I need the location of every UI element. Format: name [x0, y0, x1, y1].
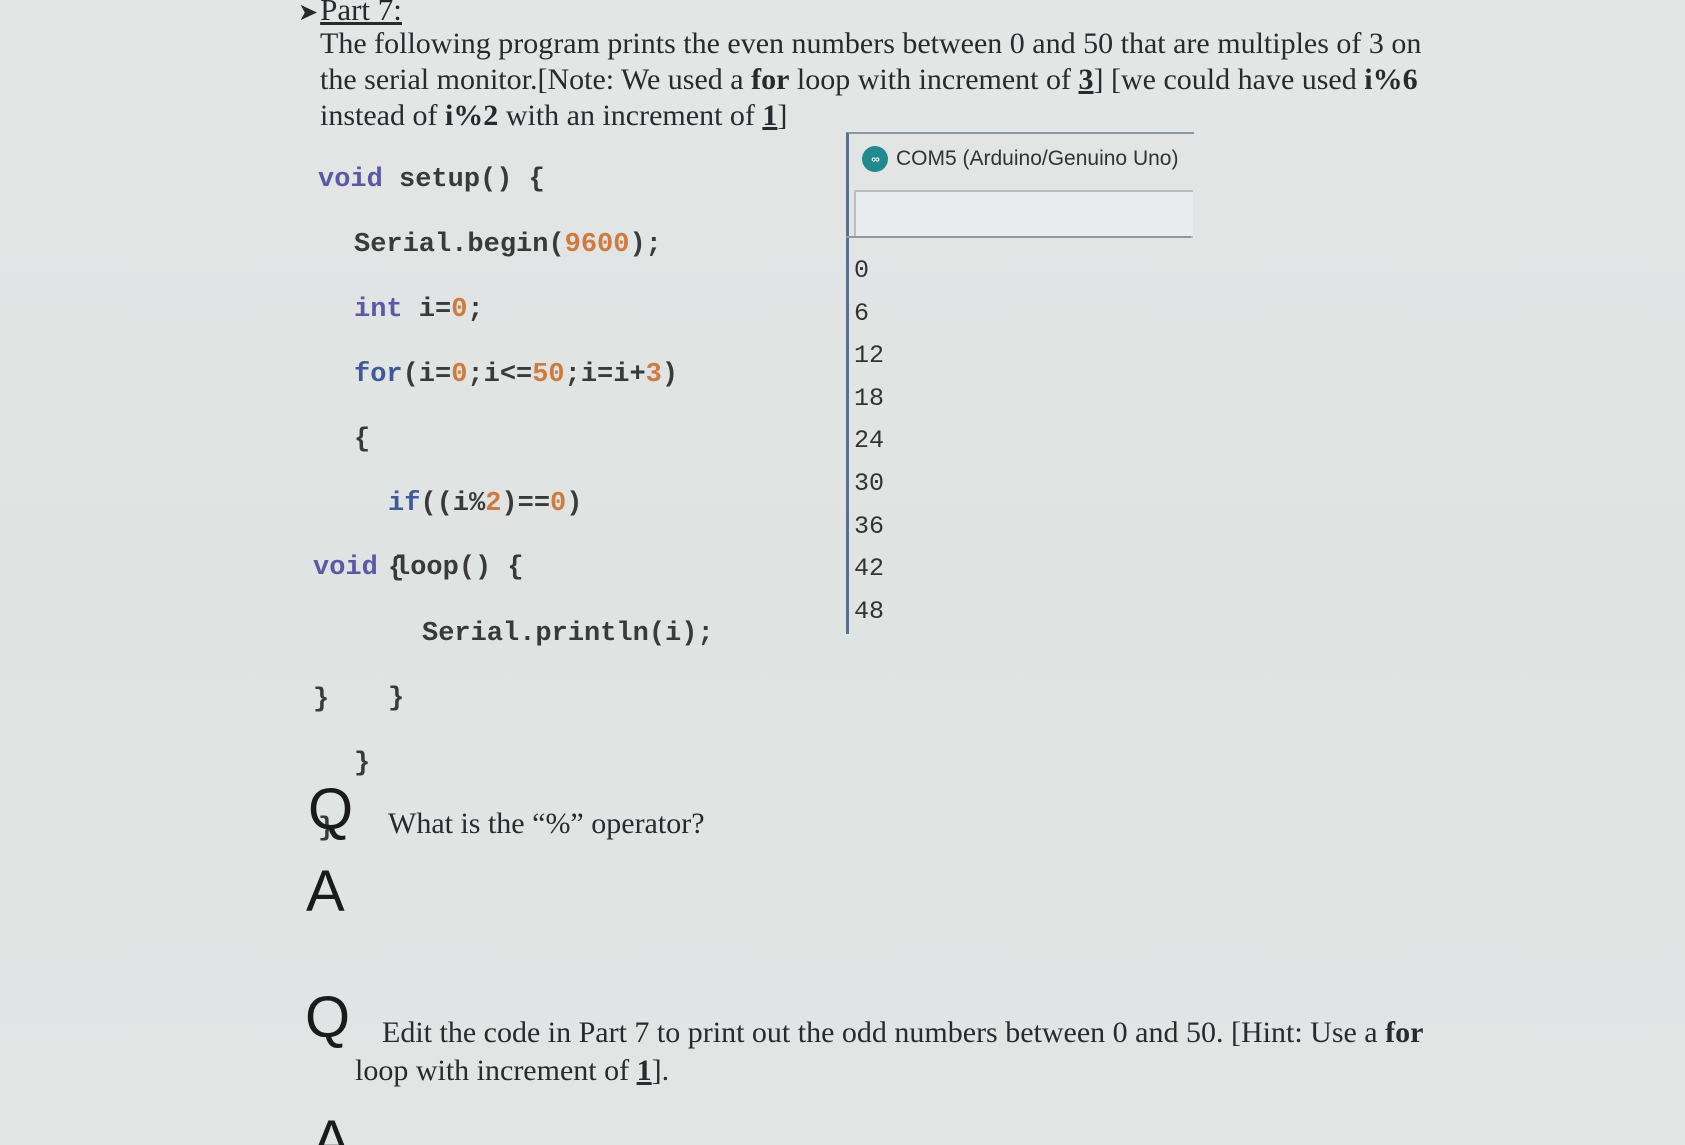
- code-text: (i=: [402, 359, 452, 390]
- text: ] [we could have used: [1093, 63, 1365, 96]
- text: ].: [651, 1054, 670, 1087]
- monitor-title-bar: ∞ COM5 (Arduino/Genuino Uno): [862, 146, 1178, 172]
- text: ]: [777, 99, 788, 132]
- intro-line-3: instead of i%2 with an increment of 1]: [320, 98, 1520, 134]
- number-literal: 9600: [564, 230, 630, 261]
- keyword: int: [354, 295, 403, 326]
- text: loop with increment of: [355, 1054, 637, 1087]
- answer-2-marker: A: [312, 1109, 351, 1145]
- code-line: void loop() {: [313, 552, 524, 584]
- code-line: for(i=0;i<=50;i=i+3): [318, 359, 714, 391]
- divider: [846, 236, 1191, 238]
- bold-text: i%6: [1364, 63, 1418, 96]
- code-line: int i=0;: [318, 294, 714, 326]
- arrow-bullet-icon: ➤: [298, 0, 319, 26]
- code-text: {: [354, 424, 371, 455]
- number-literal: 0: [451, 359, 468, 390]
- output-line: 48: [854, 596, 885, 626]
- code-text: ;i<=: [467, 359, 533, 390]
- text: with an increment of: [498, 99, 763, 132]
- intro-paragraph: The following program prints the even nu…: [320, 26, 1520, 134]
- code-text: loop() {: [377, 553, 524, 584]
- output-line: 36: [854, 511, 885, 541]
- code-text: )==: [501, 489, 551, 520]
- number-literal: 50: [532, 359, 565, 390]
- serial-output: 0 6 12 18 24 30 36 42 48: [854, 250, 884, 633]
- output-line: 42: [854, 554, 885, 584]
- bold-text: for: [751, 63, 790, 96]
- loop-code-block: void loop() { }: [313, 520, 524, 748]
- number-literal: 0: [451, 295, 468, 326]
- number-literal: 0: [550, 489, 567, 520]
- code-line: {: [318, 424, 714, 456]
- question-2-line-2: loop with increment of 1].: [355, 1052, 669, 1090]
- code-text: i=: [402, 295, 452, 326]
- code-text: ;: [467, 295, 484, 326]
- code-line: if((i%2)==0): [318, 488, 714, 520]
- text: instead of: [320, 99, 445, 132]
- number-literal: 2: [485, 489, 502, 520]
- question-2-line-1: Edit the code in Part 7 to print out the…: [382, 1014, 1423, 1052]
- output-line: 12: [854, 341, 885, 371]
- code-text: Serial.begin(: [354, 230, 565, 261]
- underlined-text: 1: [636, 1054, 652, 1087]
- answer-1-marker: A: [306, 859, 345, 924]
- code-line: }: [313, 684, 524, 716]
- part-title: Part 7:: [320, 0, 402, 27]
- monitor-title: COM5 (Arduino/Genuino Uno): [896, 147, 1179, 170]
- code-text: ((i%: [420, 489, 486, 520]
- keyword: if: [388, 489, 421, 520]
- bold-text: for: [1385, 1016, 1424, 1049]
- underlined-text: 3: [1078, 63, 1094, 96]
- output-line: 18: [854, 383, 885, 413]
- underlined-text: 1: [762, 99, 778, 132]
- intro-line-2: the serial monitor.[Note: We used a for …: [320, 62, 1520, 98]
- question-1-text: What is the “%” operator?: [388, 807, 705, 840]
- text: Edit the code in Part 7 to print out the…: [382, 1016, 1386, 1049]
- part-heading: ➤ Part 7:: [298, 0, 402, 28]
- code-line: void setup() {: [318, 164, 714, 196]
- serial-input-field[interactable]: [854, 190, 1193, 238]
- output-line: 24: [854, 426, 885, 456]
- output-line: 0: [854, 256, 870, 285]
- bold-text: i%2: [444, 99, 499, 132]
- code-text: ): [661, 359, 679, 390]
- serial-monitor-window: ∞ COM5 (Arduino/Genuino Uno) 0 6 12 18 2…: [846, 132, 1194, 634]
- text: the serial monitor.[Note: We used a: [320, 63, 752, 96]
- number-literal: 3: [645, 359, 662, 390]
- code-text: }: [313, 684, 330, 715]
- text: loop with increment of: [789, 63, 1079, 96]
- code-line: Serial.begin(9600);: [318, 229, 714, 261]
- code-text: );: [629, 230, 662, 261]
- output-line: 30: [854, 468, 885, 498]
- arduino-icon: ∞: [862, 146, 888, 172]
- question-1-marker: Q: [308, 777, 354, 842]
- keyword: for: [354, 359, 403, 390]
- intro-line-1: The following program prints the even nu…: [320, 27, 1422, 60]
- code-line: }: [318, 748, 714, 780]
- code-text: }: [354, 748, 371, 779]
- keyword: void: [313, 553, 378, 584]
- keyword: void: [318, 165, 383, 196]
- code-text: setup() {: [382, 165, 545, 196]
- code-block: void setup() { Serial.begin(9600); int i…: [318, 132, 714, 877]
- code-text: ): [566, 489, 583, 520]
- output-line: 6: [854, 298, 870, 328]
- code-text: ;i=i+: [564, 359, 646, 390]
- question-2-marker: Q: [305, 985, 351, 1050]
